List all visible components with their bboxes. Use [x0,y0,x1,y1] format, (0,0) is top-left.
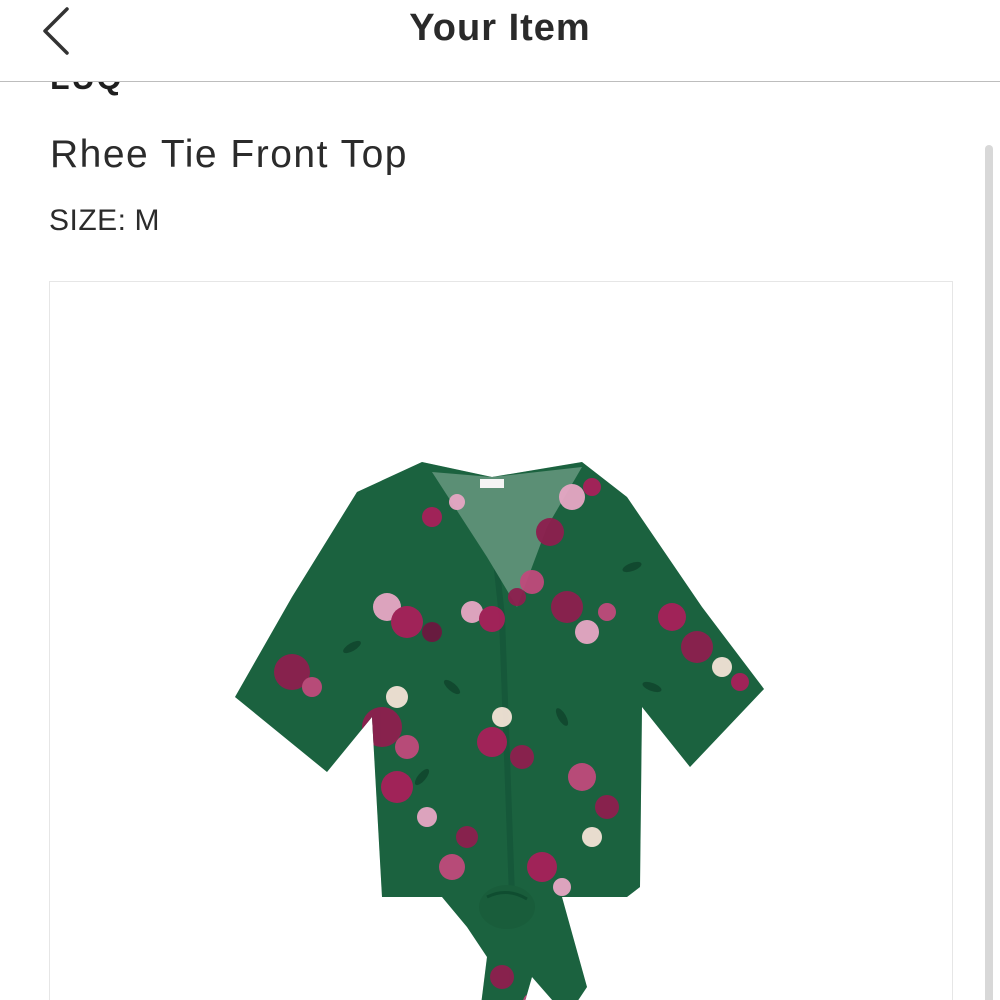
size-info: SIZE: M [49,202,160,240]
item-detail-screen: Your Item LUQ Rhee Tie Front Top SIZE:M [0,0,1000,1000]
product-image-card[interactable] [49,281,953,1000]
size-label: SIZE: [49,204,127,237]
product-image [235,462,764,1000]
size-value: M [134,204,161,237]
scrollbar[interactable] [985,145,993,1000]
brand-name: LUQ [50,82,124,98]
page-title: Your Item [409,7,591,49]
item-content[interactable]: LUQ Rhee Tie Front Top SIZE:M [0,82,1000,1000]
top-nav-bar: Your Item [0,0,1000,82]
item-name: Rhee Tie Front Top [50,133,408,176]
